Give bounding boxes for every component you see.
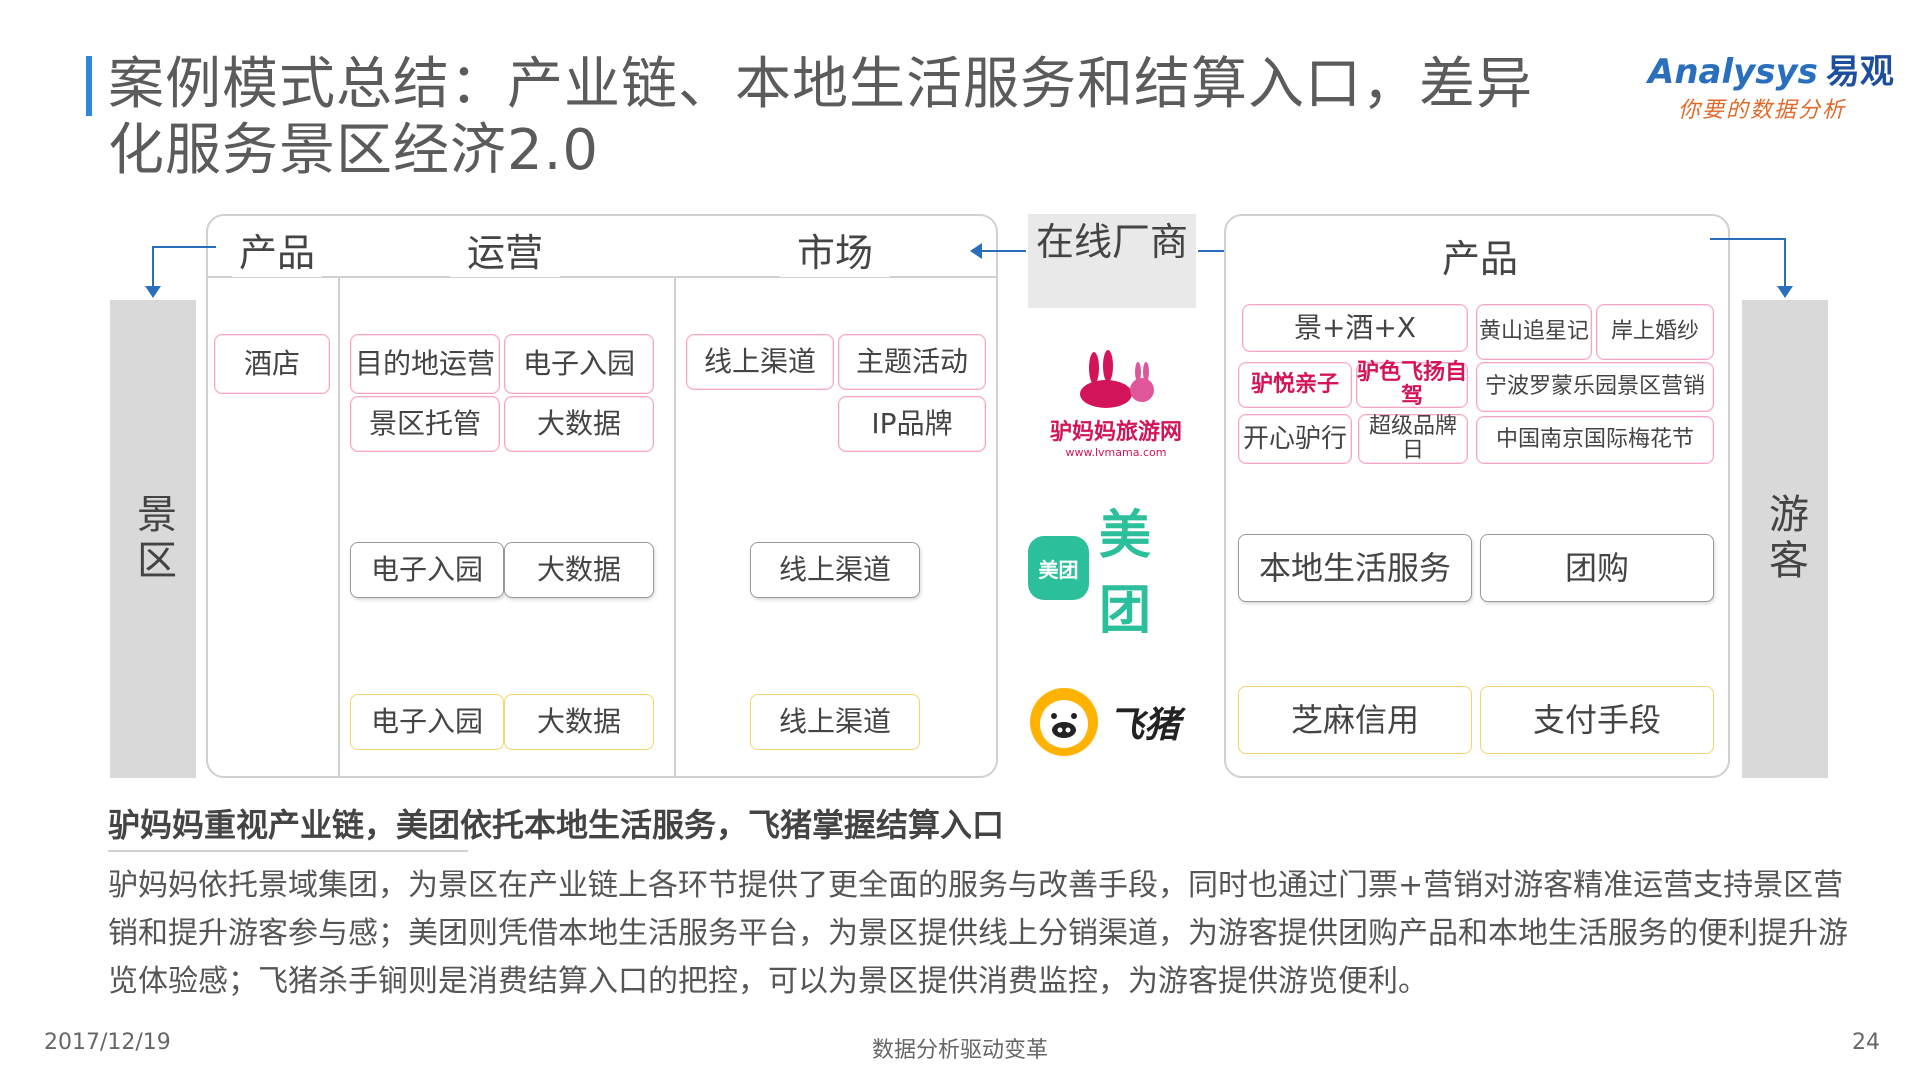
summary-paragraph: 驴妈妈依托景域集团，为景区在产业链上各环节提供了更全面的服务与改善手段，同时也通…	[108, 868, 1848, 999]
box-payment: 支付手段	[1480, 686, 1714, 754]
arrow-to-left-panel	[980, 250, 1026, 252]
box-e-entry-2: 电子入园	[350, 542, 504, 598]
summary-heading-underline	[108, 850, 468, 852]
logo-tagline: 你要的数据分析	[1678, 98, 1847, 123]
left-panel-divider-1	[338, 278, 340, 778]
meituan-logo: 美团 美团	[1028, 506, 1198, 641]
footer-page-number: 24	[1852, 1030, 1880, 1055]
box-e-entry: 电子入园	[504, 334, 654, 394]
arrow-to-scenic-h	[152, 246, 216, 248]
fliggy-name: 飞猪	[1108, 705, 1181, 746]
box-online-channel-2: 线上渠道	[750, 542, 920, 598]
page-title: 案例模式总结：产业链、本地生活服务和结算入口，差异化服务景区经济2.0	[108, 52, 1533, 183]
box-hotel: 酒店	[214, 334, 330, 394]
box-online-channel-3: 线上渠道	[750, 694, 920, 750]
header-product: 产品	[232, 222, 322, 277]
footer-slogan: 数据分析驱动变革	[871, 1038, 1048, 1063]
arrow-to-scenic-v	[152, 246, 154, 288]
box-big-data-3: 大数据	[504, 694, 654, 750]
arrow-left-icon	[970, 243, 982, 259]
box-super-brand-day: 超级品牌日	[1358, 414, 1468, 464]
box-lvyue-family: 驴悦亲子	[1238, 362, 1352, 408]
analysys-logo: Analysys 易观 你要的数据分析	[1648, 44, 1894, 124]
box-plum-festival: 中国南京国际梅花节	[1476, 416, 1714, 464]
logo-latin: Analysys	[1648, 52, 1818, 92]
meituan-badge-icon: 美团	[1028, 536, 1089, 600]
box-big-data: 大数据	[504, 396, 654, 452]
box-big-data-2: 大数据	[504, 542, 654, 598]
arrow-to-tourist-v	[1784, 238, 1786, 288]
box-theme-event: 主题活动	[838, 334, 986, 390]
box-e-entry-3: 电子入园	[350, 694, 504, 750]
title-accent-bar	[86, 56, 92, 116]
lvmama-name: 驴妈妈旅游网	[1049, 420, 1182, 445]
left-panel-divider-2	[674, 278, 676, 778]
box-self-drive: 驴色飞扬自驾	[1356, 360, 1468, 409]
lvmama-url: www.lvmama.com	[1065, 446, 1167, 459]
summary-heading: 驴妈妈重视产业链，美团依托本地生活服务，飞猪掌握结算入口	[108, 806, 1005, 844]
box-ip-brand: IP品牌	[838, 396, 986, 452]
box-group-buy: 团购	[1480, 534, 1714, 602]
right-header-product: 产品	[1430, 228, 1530, 283]
box-wedding: 岸上婚纱	[1596, 304, 1714, 360]
right-sidebar-tourist: 游客	[1742, 300, 1828, 778]
arrow-down-icon	[145, 286, 161, 298]
lvmama-logo: 驴妈妈旅游网 www.lvmama.com	[1036, 350, 1196, 459]
box-destination-operation: 目的地运营	[350, 334, 500, 394]
header-operation: 运营	[450, 222, 560, 277]
box-happy-trip: 开心驴行	[1238, 414, 1352, 464]
meituan-name: 美团	[1098, 506, 1151, 641]
fliggy-logo: 飞猪	[1028, 684, 1198, 760]
box-ningbo: 宁波罗蒙乐园景区营销	[1476, 362, 1714, 412]
box-sesame-credit: 芝麻信用	[1238, 686, 1472, 754]
online-vendor-tag: 在线厂商	[1028, 214, 1196, 308]
box-scenic-trust: 景区托管	[350, 396, 500, 452]
pig-icon	[1030, 688, 1098, 756]
donkey-icon	[1080, 350, 1154, 408]
box-huangshan: 黄山追星记	[1476, 304, 1592, 360]
header-market: 市场	[780, 222, 890, 277]
logo-cn: 易观	[1825, 52, 1894, 92]
box-scenic-hotel-x: 景+酒+X	[1242, 304, 1468, 352]
left-sidebar-scenic: 景区	[110, 300, 196, 778]
arrow-down-icon-2	[1777, 286, 1793, 298]
box-online-channel: 线上渠道	[686, 334, 834, 390]
box-local-life: 本地生活服务	[1238, 534, 1472, 602]
footer-date: 2017/12/19	[44, 1030, 171, 1055]
arrow-to-tourist-h	[1710, 238, 1786, 240]
